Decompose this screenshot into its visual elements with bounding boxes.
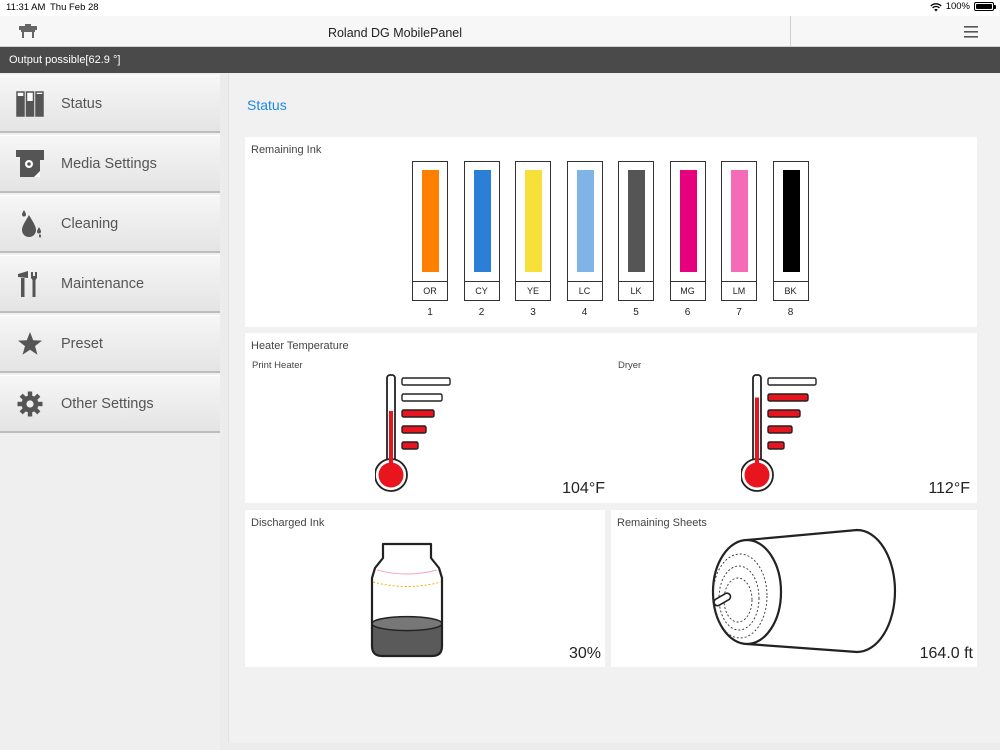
discharged-ink-title: Discharged Ink [251,517,325,529]
ink-cartridge: CY 2 [463,161,502,318]
hamburger-menu-icon [964,26,978,38]
ink-level-bar [628,170,645,272]
sidebar-item-other-settings[interactable]: Other Settings [0,375,220,433]
sidebar-item-label: Preset [61,335,103,352]
app-navigation-bar: Roland DG MobilePanel [0,16,1000,47]
ink-color-code: YE [516,281,550,300]
ink-level-bar [782,170,800,272]
ink-level-bar [422,170,439,272]
ink-slot-number: 3 [530,307,536,318]
remaining-sheets-length: 164.0 ft [919,645,973,662]
ink-cartridge: BK 8 [772,161,811,318]
remaining-sheets-card: Remaining Sheets 164.0 ft [611,510,977,667]
ink-slot-number: 5 [633,307,639,318]
page-title: Status [247,97,287,113]
media-roll-icon [711,528,897,654]
ink-slot-number: 8 [787,307,794,318]
ink-cartridge: LK 5 [618,161,656,318]
menu-button[interactable] [964,25,978,43]
media-settings-icon [16,149,44,177]
ink-slot-number: 6 [684,307,691,318]
heater-temperature-card: Heater Temperature Print Heater 104°F Dr… [245,333,977,503]
ink-color-code: MG [670,281,705,300]
ink-level-box: MG [669,161,706,301]
sidebar-item-label: Other Settings [61,395,154,412]
maintenance-tools-icon [18,270,37,297]
ink-level-bar [473,170,491,272]
ink-slot-number: 1 [427,307,433,318]
system-status-bar: 11:31 AM Thu Feb 28 100% [0,0,1000,16]
ink-level-box: BK [772,161,809,301]
ink-slot-number: 2 [478,307,485,318]
clock-date: Thu Feb 28 [50,2,99,13]
ink-cartridge: MG 6 [669,161,708,318]
dryer-temperature: 112°F [928,480,970,497]
print-heater-label: Print Heater [252,360,303,371]
ink-level-box: LK [618,161,654,301]
ink-level-box: LM [721,161,757,301]
ink-level-bar [576,170,594,272]
discharged-ink-card: Discharged Ink 30% [245,510,605,667]
sidebar-item-label: Status [61,95,103,112]
sidebar-item-label: Cleaning [61,215,119,232]
sidebar-item-status[interactable]: Status [0,75,220,133]
ink-level-box: OR [412,161,448,301]
app-title: Roland DG MobilePanel [327,26,463,40]
ink-cartridge: OR 1 [412,161,450,318]
ink-cartridge: LM 7 [721,161,759,318]
ink-color-code: CY [464,281,499,300]
output-status-strip: Output possible[62.9 °] [0,47,1000,73]
ink-color-code: OR [413,281,447,300]
ink-level-bar [679,170,697,272]
dryer-thermometer-icon [741,374,817,492]
ink-slot-number: 4 [581,307,588,318]
ink-level-bar [525,170,542,272]
remaining-ink-card: Remaining Ink OR 1 CY 2 YE 3 LC 4 LK 5 MG 6 LM 7 BK 8 [245,137,977,327]
gear-icon [17,391,43,416]
ink-level-box: CY [463,161,500,301]
nav-divider [790,16,791,47]
discharged-ink-percent: 30% [568,645,601,662]
wifi-icon [930,2,942,11]
ink-color-code: BK [773,281,808,300]
star-icon [18,331,42,355]
sidebar-item-media-settings[interactable]: Media Settings [0,135,220,193]
sidebar-item-label: Media Settings [61,155,157,172]
ink-slot-number: 7 [736,307,742,318]
ink-level-bar [731,170,748,272]
sidebar-item-preset[interactable]: Preset [0,315,220,373]
remaining-ink-title: Remaining Ink [251,144,322,156]
cleaning-drops-icon [22,209,41,237]
status-bars-icon [16,90,44,117]
ink-color-code: LM [722,281,756,300]
sidebar-item-label: Maintenance [61,275,145,292]
sidebar: Status Media Settings Cleaning Maintenan… [0,73,220,750]
heater-temperature-title: Heater Temperature [251,340,349,352]
sidebar-item-cleaning[interactable]: Cleaning [0,195,220,253]
waste-ink-bottle-icon [370,542,444,658]
ink-color-code: LC [567,281,602,300]
ink-cartridge: YE 3 [515,161,553,318]
ink-cartridge: LC 4 [566,161,605,318]
ink-level-box: YE [515,161,551,301]
battery-icon [974,2,996,11]
print-heater-temperature: 104°F [562,480,605,497]
print-heater-thermometer-icon [375,374,451,492]
sidebar-item-maintenance[interactable]: Maintenance [0,255,220,313]
battery-percent: 100% [945,1,970,12]
ink-level-box: LC [566,161,603,301]
ink-color-code: LK [619,281,653,300]
main-content: Status Remaining Ink OR 1 CY 2 YE 3 LC 4 LK 5 MG 6 L… [228,73,1000,743]
system-indicators: 100% [930,1,996,12]
clock-time: 11:31 AM [6,2,46,13]
dryer-label: Dryer [618,360,642,371]
